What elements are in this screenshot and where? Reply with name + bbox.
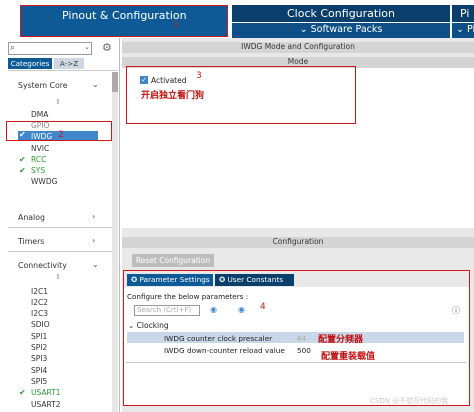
tab-pi-secondary[interactable]: ⌄ Pi [452, 23, 474, 38]
annotation-box-1 [20, 5, 228, 37]
search-icon: ⌕ [10, 43, 16, 53]
category-search-input[interactable] [8, 42, 92, 55]
chevron-down-icon[interactable]: ⌄ [84, 43, 90, 51]
chevron-right-icon[interactable]: › [92, 212, 95, 221]
tab-pi-partial[interactable]: Pi [452, 5, 474, 22]
annotation-number-4: 4 [260, 302, 266, 312]
panel-title: IWDG Mode and Configuration [122, 42, 474, 53]
sidebar-item-wwdg[interactable]: WWDG [31, 177, 57, 186]
configuration-header: Configuration [122, 237, 474, 248]
tab-categories[interactable]: Categories [8, 58, 52, 69]
pi-label: Pi [466, 24, 474, 35]
divider [8, 251, 112, 252]
left-panel [0, 38, 120, 412]
annotation-box-3 [126, 66, 356, 124]
annotation-number-1: 1 [173, 20, 179, 30]
sidebar-item-i2c1[interactable]: I2C1 [31, 287, 48, 296]
sidebar-item-sys[interactable]: SYS [31, 166, 45, 175]
tab-a-to-z[interactable]: A->Z [54, 58, 84, 69]
sort-icon: ⇕ [55, 273, 61, 281]
chevron-down-icon: ⌄ [456, 24, 467, 35]
sidebar-item-dma[interactable]: DMA [31, 110, 48, 119]
sidebar-item-nvic[interactable]: NVIC [31, 144, 49, 153]
divider [8, 70, 118, 71]
sidebar-item-usart2[interactable]: USART2 [31, 400, 61, 409]
sidebar-item-spi3[interactable]: SPI3 [31, 354, 47, 363]
sidebar-item-i2c3[interactable]: I2C3 [31, 309, 48, 318]
category-analog[interactable]: Analog [18, 213, 45, 222]
chevron-right-icon[interactable]: › [92, 236, 95, 245]
sidebar-item-spi2[interactable]: SPI2 [31, 343, 47, 352]
scrollbar[interactable] [112, 72, 118, 412]
sidebar-item-usart1[interactable]: USART1 [31, 388, 61, 397]
sort-icon: ⇕ [55, 98, 61, 106]
watermark: CSDN @不想写代码的我 [370, 397, 449, 405]
reset-configuration-button[interactable]: Reset Configuration [132, 254, 214, 267]
annotation-number-3: 3 [196, 71, 202, 81]
sidebar-item-rcc[interactable]: RCC [31, 155, 46, 164]
category-connectivity[interactable]: Connectivity [18, 261, 67, 270]
divider [8, 227, 112, 228]
gear-icon[interactable]: ⚙ [102, 41, 112, 54]
check-icon: ✔ [19, 388, 26, 397]
category-system-core[interactable]: System Core [18, 81, 68, 90]
chevron-down-icon[interactable]: ⌄ [92, 80, 99, 89]
check-icon: ✔ [19, 166, 26, 175]
sidebar-item-i2c2[interactable]: I2C2 [31, 298, 48, 307]
chevron-down-icon[interactable]: ⌄ [92, 260, 99, 269]
chevron-down-icon: ⌄ [299, 24, 311, 35]
sidebar-item-spi4[interactable]: SPI4 [31, 366, 47, 375]
annotation-number-2: 2 [58, 130, 64, 140]
category-timers[interactable]: Timers [18, 237, 44, 246]
sidebar-item-spi1[interactable]: SPI1 [31, 332, 47, 341]
sidebar-item-spi5[interactable]: SPI5 [31, 377, 47, 386]
annotation-box-4 [123, 270, 470, 406]
software-packs-label: Software Packs [310, 24, 383, 35]
tab-clock-configuration[interactable]: Clock Configuration [232, 5, 450, 22]
check-icon: ✔ [19, 155, 26, 164]
scrollbar-thumb[interactable] [112, 72, 118, 92]
sidebar-item-sdio[interactable]: SDIO [31, 320, 50, 329]
tab-software-packs[interactable]: ⌄ Software Packs [232, 23, 450, 38]
